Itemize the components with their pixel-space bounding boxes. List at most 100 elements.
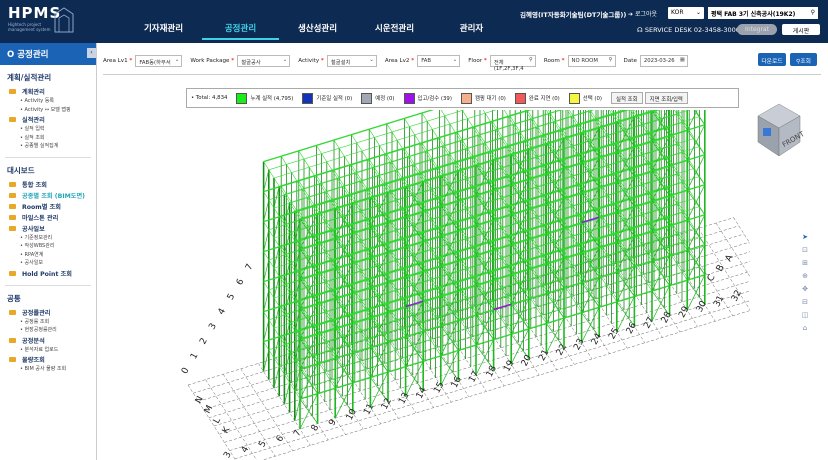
menu-label: 실적 입력 <box>24 126 45 132</box>
grid-label: 30 <box>695 299 709 314</box>
download-button[interactable]: 다운로드 <box>758 53 786 66</box>
menu-rpa[interactable]: • RPA연계 <box>0 251 96 260</box>
folder-icon <box>9 309 16 315</box>
menu-label: 현장공정률관리 <box>24 327 57 333</box>
home-view-icon[interactable]: ⌂ <box>800 324 810 334</box>
group-label: Hold Point 조회 <box>22 270 72 278</box>
group-room[interactable]: Room별 조회 <box>0 201 96 212</box>
select-value: FAB <box>421 58 432 64</box>
zoom-fit-icon[interactable]: ⊞ <box>800 259 810 269</box>
grid-label: 14 <box>415 386 429 401</box>
legend-label: 완료 지연 (0) <box>528 96 560 102</box>
nav-admin[interactable]: 관리자 <box>433 22 510 40</box>
legend-camping[interactable]: 캠핑 대기 (0) <box>460 92 506 104</box>
view-cube[interactable]: FRONT <box>752 98 806 160</box>
menu-activity-register[interactable]: • Activity 등록 <box>0 97 96 106</box>
logout-link[interactable]: ➔ 로그아웃 <box>628 9 657 18</box>
grid-label: 13 <box>397 391 411 406</box>
grid-label: 11 <box>362 402 376 417</box>
group-progress-rate[interactable]: 공정률관리 <box>0 307 96 318</box>
group-actual-mgmt[interactable]: 실적관리 <box>0 114 96 125</box>
calendar-icon: ▦ <box>679 57 685 63</box>
project-select[interactable]: 평택 FAB 3기 신축공사(19K2) ⚲ <box>708 7 818 19</box>
area-lv2-select[interactable]: FAB ⌄ <box>417 55 461 67</box>
board-button[interactable]: 게시판 <box>782 24 820 35</box>
grid-label: A <box>724 253 736 264</box>
grid-label: 24 <box>590 332 604 347</box>
menu-daily[interactable]: • 공사일보 <box>0 259 96 268</box>
menu-actual-summary[interactable]: • 공종별 실적집계 <box>0 142 96 151</box>
grid-label: 12 <box>380 397 394 412</box>
group-bim-view[interactable]: 공종별 조회 (BIM도면) <box>0 190 96 201</box>
drawing-input-button[interactable]: 지면 조회/입력 <box>644 92 688 104</box>
nav-equipment[interactable]: 기자재관리 <box>125 22 202 40</box>
grid-label: 4 <box>240 445 252 455</box>
pan-icon[interactable]: ✥ <box>800 285 810 295</box>
room-select[interactable]: NO ROOM ⚲ <box>567 55 616 67</box>
legend-delayed[interactable]: 완료 지연 (0) <box>514 92 560 104</box>
work-package-select[interactable]: 철골공사 ⌄ <box>237 55 291 67</box>
group-quantity[interactable]: 물량조회 <box>0 354 96 365</box>
select-value: NO ROOM <box>571 58 598 64</box>
menu-upload[interactable]: • 분석자료 업로드 <box>0 346 96 355</box>
date-value: 2023-03-26 <box>643 58 675 64</box>
filter-toolbar: Area Lv1 * FAB동(하부서 ⌄ Work Package * 철골공사… <box>103 52 823 72</box>
legend-cumulative[interactable]: 누계 실적 (4,795) <box>236 92 293 104</box>
home-icon <box>763 128 771 136</box>
group-hold-point[interactable]: Hold Point 조회 <box>0 268 96 279</box>
section-icon[interactable]: ⊟ <box>800 298 810 308</box>
grid-label: 3 <box>222 450 234 460</box>
legend-label: 기준일 실적 (0) <box>316 96 353 102</box>
select-value: 철골공사 <box>241 60 261 66</box>
group-label: 계획관리 <box>22 89 45 96</box>
zoom-window-icon[interactable]: ⊡ <box>800 246 810 256</box>
actual-view-button[interactable]: 실적 조회 <box>611 92 643 104</box>
bim-3d-viewer[interactable]: 01234567NMLK3231302928272625242322212019… <box>175 110 750 460</box>
select-value: 철골설치 <box>330 60 351 66</box>
legend-received[interactable]: 입고/검수 (39) <box>403 92 452 104</box>
cursor-icon[interactable]: ➤ <box>800 233 810 243</box>
orbit-icon[interactable]: ⊕ <box>800 272 810 282</box>
area-lv2-label: Area Lv2 * <box>384 58 415 64</box>
menu-bim-quantity[interactable]: • BIM 공사 물량 조회 <box>0 365 96 374</box>
folder-icon <box>9 357 16 362</box>
grid-label: 27 <box>642 316 656 331</box>
group-milestone[interactable]: 마일스톤 관리 <box>0 212 96 223</box>
nav-productivity[interactable]: 생산성관리 <box>279 22 356 40</box>
grid-label: 31 <box>712 294 726 309</box>
nav-commissioning[interactable]: 시운전관리 <box>356 22 433 40</box>
group-label: 통합 조회 <box>22 181 47 189</box>
menu-actual-view[interactable]: • 실적 조회 <box>0 134 96 143</box>
group-plan-mgmt[interactable]: 계획관리 <box>0 86 96 97</box>
group-daily-report[interactable]: 공사일보 <box>0 223 96 234</box>
measure-icon[interactable]: ◫ <box>800 311 810 321</box>
group-label: 공종별 조회 (BIM도면) <box>22 192 85 200</box>
floor-label: Floor * <box>468 58 487 64</box>
activity-select[interactable]: 철골설치 ⌄ <box>326 55 377 67</box>
menu-site-progress[interactable]: • 현장공정률관리 <box>0 326 96 335</box>
area-lv1-select[interactable]: FAB동(하부서 ⌄ <box>135 55 183 67</box>
menu-progress-view[interactable]: • 공정률 조회 <box>0 318 96 327</box>
legend-selected[interactable]: 선택 (0) <box>568 92 602 104</box>
menu-activity-mapping[interactable]: • Activity ↔ 모델 맵핑 <box>0 106 96 115</box>
group-analysis[interactable]: 공정분석 <box>0 335 96 346</box>
grid-label: C <box>706 273 718 283</box>
floor-select[interactable]: 전체(1F,2F,3F,4 ⚲ <box>489 55 536 72</box>
legend-daily[interactable]: 기준일 실적 (0) <box>302 92 353 104</box>
nav-process[interactable]: 공정관리 <box>202 22 279 40</box>
integrate-button[interactable]: Integrat <box>737 24 777 35</box>
label-text: Area Lv1 <box>103 58 128 64</box>
collapse-sidebar-button[interactable]: ‹ <box>87 48 96 58</box>
menu-actual-input[interactable]: • 실적 입력 <box>0 125 96 134</box>
menu-base-info[interactable]: • 기준정보관리 <box>0 234 96 243</box>
grid-label: 23 <box>572 337 586 352</box>
grid-label: L <box>212 416 223 425</box>
menu-label: 기준정보관리 <box>24 234 53 241</box>
group-integrated[interactable]: 통합 조회 <box>0 179 96 190</box>
menu-wbs[interactable]: • 작성WBS관리 <box>0 242 96 251</box>
legend-planned[interactable]: 예정 (0) <box>361 92 395 104</box>
search-button[interactable]: ⚲조회 <box>790 53 817 66</box>
language-select[interactable]: KOR ⌄ <box>668 7 704 19</box>
date-input[interactable]: 2023-03-26 ▦ <box>639 55 688 67</box>
status-legend: • Total: 4,834 누계 실적 (4,795) 기준일 실적 (0) … <box>186 88 739 108</box>
